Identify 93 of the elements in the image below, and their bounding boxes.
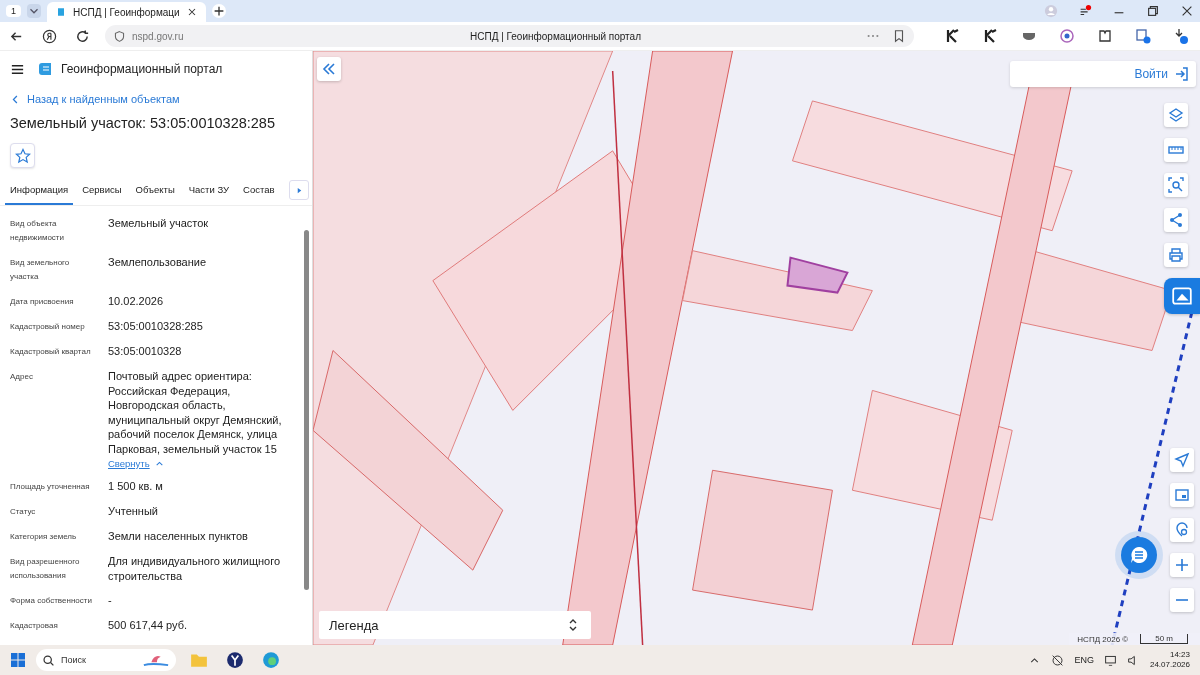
minimap-button[interactable]	[1170, 483, 1194, 507]
field-value: -	[108, 593, 113, 608]
location-search-button[interactable]	[1170, 518, 1194, 542]
field-value: 10.02.2026	[108, 294, 165, 309]
portal-logo-icon	[37, 61, 53, 77]
field-value: Земельный участок	[108, 216, 210, 231]
field-label: Адрес	[10, 371, 34, 383]
location-search-icon	[1174, 522, 1190, 538]
star-icon	[14, 147, 31, 164]
tab[interactable]: Объекты	[130, 175, 180, 205]
field-value: 53:05:0010328	[108, 344, 183, 359]
chevron-up-icon	[154, 459, 164, 468]
field-value: Учтенный	[108, 504, 159, 519]
field-value: 500 617,44 руб.	[108, 618, 189, 633]
field-value: 1 500 кв. м	[108, 479, 164, 494]
field-value: Почтовый адрес ориентира: Российская Федерация, Новгородская область, муниципальный округ Демянский, рабочий поселок Демянск, улица Парковая, земельный участок 15	[108, 369, 283, 456]
collapse-link[interactable]: Свернуть	[108, 458, 298, 469]
chat-icon	[1129, 545, 1149, 565]
printer-icon	[1168, 247, 1184, 263]
bookmark-icon[interactable]	[892, 29, 906, 43]
field-label: Категория земель	[10, 531, 78, 543]
area-search-button[interactable]	[1164, 173, 1188, 197]
restore-icon[interactable]	[1146, 4, 1160, 18]
windows-start-icon[interactable]	[10, 652, 26, 668]
login-button[interactable]: Войти	[1010, 61, 1196, 87]
shield-icon	[113, 29, 126, 43]
field-value: Земли населенных пунктов	[108, 529, 249, 544]
network-off-icon[interactable]	[1051, 653, 1065, 667]
locate-button[interactable]	[1170, 448, 1194, 472]
extension-icon[interactable]	[1097, 28, 1113, 44]
field-label: Кадастровый номер	[10, 321, 86, 333]
share-button[interactable]	[1164, 208, 1188, 232]
field-label: Форма собственности	[10, 595, 93, 607]
monitor-icon[interactable]	[1103, 653, 1117, 667]
login-icon	[1174, 66, 1190, 82]
field-label: Вид объекта недвижимости	[10, 218, 65, 244]
browser-tab[interactable]: НСПД | Геоинформаци	[47, 2, 206, 22]
language-indicator[interactable]: ENG	[1074, 655, 1094, 665]
close-icon[interactable]	[1180, 4, 1194, 18]
legend-dropdown[interactable]: Легенда	[319, 611, 591, 639]
field-value: Для индивидуального жилищного строительства	[108, 554, 282, 583]
share-icon	[1168, 212, 1184, 228]
area-search-icon	[1168, 177, 1184, 193]
map-logo-icon	[1171, 285, 1193, 307]
tab[interactable]: Части ЗУ	[183, 175, 235, 205]
downloads-icon[interactable]	[1173, 28, 1189, 44]
clock-time: 14:23	[1169, 650, 1190, 660]
page-title: НСПД | Геоинформационный портал	[470, 30, 641, 42]
map-service-button[interactable]	[1164, 278, 1200, 314]
address-bar[interactable]: nspd.gov.ru НСПД | Геоинформационный портал	[105, 25, 914, 47]
navigation-arrow-icon	[1174, 452, 1190, 468]
ruler-button[interactable]	[1164, 138, 1188, 162]
field-label: Статус	[10, 506, 37, 518]
zoom-in-button[interactable]	[1170, 553, 1194, 577]
zoom-out-button[interactable]	[1170, 588, 1194, 612]
tab[interactable]: Сервисы	[77, 175, 127, 205]
back-link[interactable]: Назад к найденным объектам	[0, 77, 312, 105]
browser-logo-icon[interactable]	[42, 28, 57, 44]
layers-icon	[1168, 107, 1184, 123]
attribution: НСПД 2026 ©	[1077, 634, 1129, 644]
extension-icon[interactable]	[983, 28, 999, 44]
double-chevron-left-icon	[321, 61, 337, 77]
tab-counter[interactable]: 1	[6, 5, 21, 17]
object-heading: Земельный участок: 53:05:0010328:285	[10, 115, 276, 131]
collapse-panel-button[interactable]	[317, 57, 341, 81]
field-label: Кадастровый квартал	[10, 346, 92, 358]
field-value: 53:05:0010328:285	[108, 319, 204, 334]
taskbar-search-field[interactable]: Поиск	[36, 649, 176, 671]
notifications-icon[interactable]	[1078, 4, 1092, 18]
chevron-down-icon[interactable]	[27, 4, 41, 18]
field-label: Кадастровая	[10, 620, 59, 632]
browser-icon[interactable]	[226, 651, 244, 669]
field-label: Площадь уточненная	[10, 481, 91, 493]
caret-icon	[295, 186, 303, 194]
field-value: Землепользование	[108, 255, 208, 270]
tab[interactable]: Состав	[238, 175, 280, 205]
tab[interactable]: Информация	[5, 175, 74, 205]
clock-date: 24.07.2026	[1149, 660, 1190, 670]
print-button[interactable]	[1164, 243, 1188, 267]
layers-button[interactable]	[1164, 103, 1188, 127]
field-label: Вид разрешенного использования	[10, 556, 81, 582]
search-icon	[42, 653, 55, 667]
field-label: Вид земельного участка	[10, 257, 71, 283]
field-label: Дата присвоения	[10, 296, 75, 308]
scale-bar: 50 m	[1140, 634, 1188, 644]
zoom-in-icon	[1174, 557, 1190, 573]
favorite-button[interactable]	[10, 143, 35, 168]
new-tab-icon[interactable]	[211, 4, 226, 18]
site-logo-icon	[55, 6, 67, 18]
app-title: Геоинформационный портал	[61, 62, 223, 76]
minimap-icon	[1174, 487, 1190, 503]
extension-icon[interactable]	[945, 28, 961, 44]
reload-icon[interactable]	[75, 28, 90, 44]
